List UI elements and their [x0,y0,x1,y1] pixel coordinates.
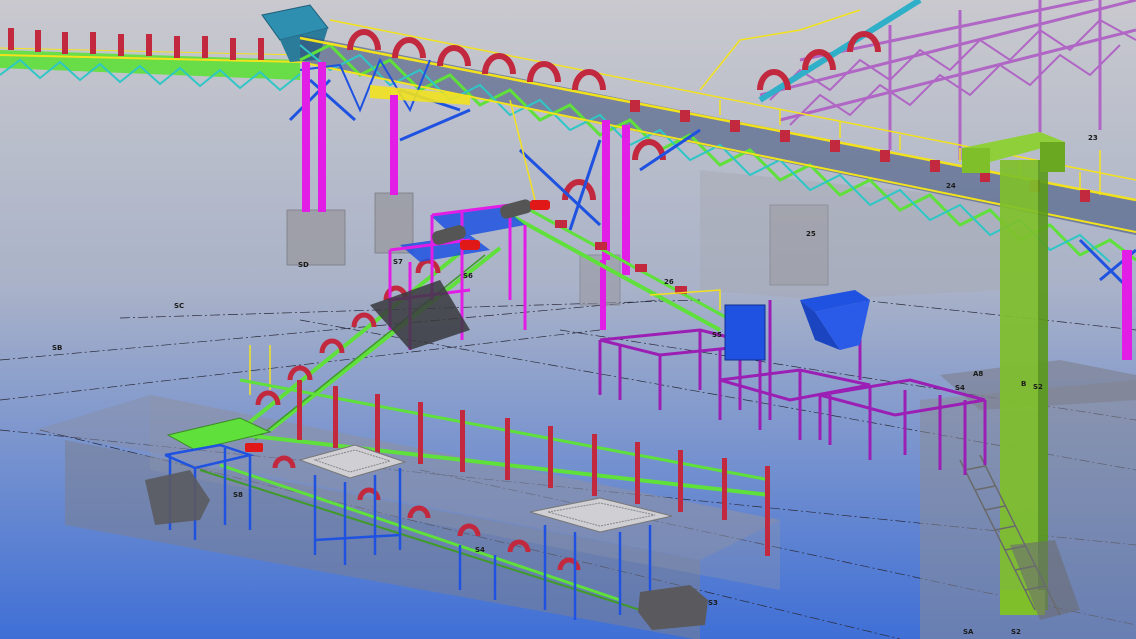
label-sc: SC [174,302,184,310]
column-right [1122,250,1132,360]
label-s2: S2 [1033,383,1043,391]
viewport-3d[interactable]: SD S7 S6 SC SB S5 S8 S4 S3 25 26 24 23 A… [0,0,1136,639]
label-s5: S5 [712,331,722,339]
label-26: 26 [664,278,674,286]
label-25: 25 [806,230,816,238]
feeder-motor [245,443,263,452]
label-b: B [1021,380,1026,388]
label-sd: SD [298,261,309,269]
label-s4-right: S4 [955,384,965,392]
plant-3d-model[interactable]: SD S7 S6 SC SB S5 S8 S4 S3 25 26 24 23 A… [0,0,1136,639]
label-s4: S4 [475,546,485,554]
label-23: 23 [1088,134,1098,142]
label-24: 24 [946,182,956,190]
label-sb: SB [52,344,62,352]
crusher-block [638,585,708,630]
label-a8: A8 [973,370,983,378]
label-sa: SA [963,628,974,636]
label-s2-bottom: S2 [1011,628,1021,636]
label-s8: S8 [233,491,243,499]
label-s7: S7 [393,258,403,266]
label-s3: S3 [708,599,718,607]
label-s6: S6 [463,272,473,280]
